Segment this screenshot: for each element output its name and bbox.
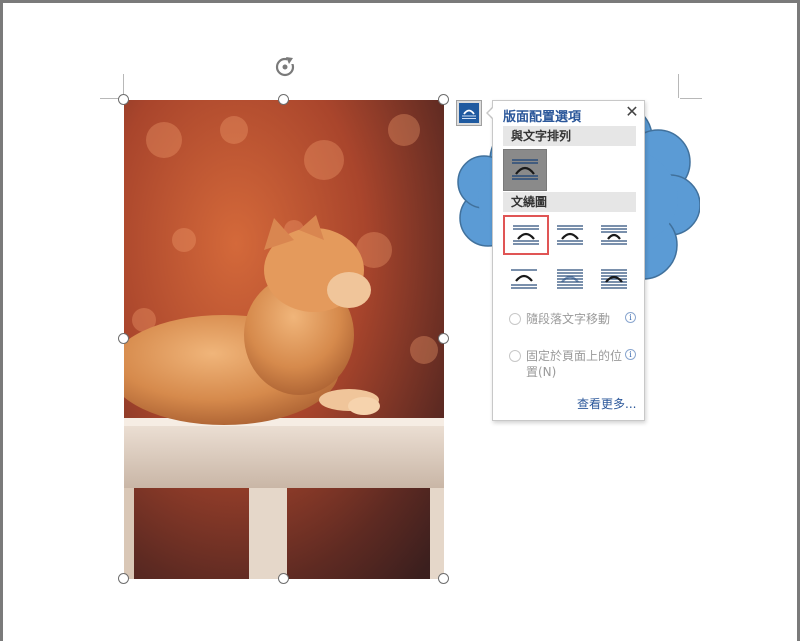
resize-handle-bottom-center[interactable] [278, 573, 289, 584]
move-with-text-label: 隨段落文字移動 [526, 312, 611, 326]
resize-handle-bottom-right[interactable] [438, 573, 449, 584]
wrap-tight-option[interactable] [551, 217, 589, 253]
section-text-wrapping: 文繞圖 [503, 192, 636, 212]
wrap-square-icon [513, 225, 539, 245]
wrap-in-front-icon [601, 269, 627, 289]
resize-handle-middle-left[interactable] [118, 333, 129, 344]
move-with-text-radio[interactable] [509, 313, 521, 325]
crop-mark-right-vertical [678, 74, 679, 98]
resize-handle-top-right[interactable] [438, 94, 449, 105]
wrap-tight-icon [557, 225, 583, 245]
see-more-link[interactable]: 查看更多... [577, 395, 636, 412]
popup-title: 版面配置選項 [503, 110, 582, 125]
fix-position-radio[interactable] [509, 350, 521, 362]
wrap-top-bottom-icon [511, 269, 537, 289]
layout-options-popup: 版面配置選項 ✕ 與文字排列 文繞圖 隨段落文字移動 i 固定於頁面上的位 置(… [492, 100, 645, 421]
layout-options-button[interactable] [456, 100, 482, 126]
resize-handle-top-center[interactable] [278, 94, 289, 105]
wrap-through-option[interactable] [595, 217, 633, 253]
rotate-icon[interactable] [272, 54, 298, 80]
resize-handle-bottom-left[interactable] [118, 573, 129, 584]
inline-with-text-option[interactable] [503, 149, 547, 191]
fix-position-label-line1: 固定於頁面上的位 [526, 349, 623, 363]
section-inline-with-text: 與文字排列 [503, 126, 636, 146]
fix-position-label-line2: 置(N) [526, 365, 557, 379]
close-icon[interactable]: ✕ [623, 103, 641, 121]
inline-wrap-icon [512, 159, 538, 180]
wrap-through-icon [601, 225, 627, 245]
resize-handle-top-left[interactable] [118, 94, 129, 105]
fix-position-row[interactable]: 固定於頁面上的位 置(N) [509, 348, 639, 382]
wrap-behind-text-option[interactable] [551, 261, 589, 297]
resize-handle-middle-right[interactable] [438, 333, 449, 344]
crop-mark-right-horizontal [680, 98, 702, 99]
layout-options-icon [459, 103, 479, 123]
popup-pointer-inner [488, 107, 494, 119]
wrap-behind-text-icon [557, 269, 583, 289]
move-with-text-row[interactable]: 隨段落文字移動 [509, 311, 639, 329]
info-icon[interactable]: i [625, 312, 636, 323]
info-icon[interactable]: i [625, 349, 636, 360]
wrap-top-bottom-option[interactable] [505, 261, 543, 297]
wrap-square-option[interactable] [503, 215, 549, 255]
cat-photo[interactable] [124, 100, 444, 579]
wrap-in-front-option[interactable] [595, 261, 633, 297]
